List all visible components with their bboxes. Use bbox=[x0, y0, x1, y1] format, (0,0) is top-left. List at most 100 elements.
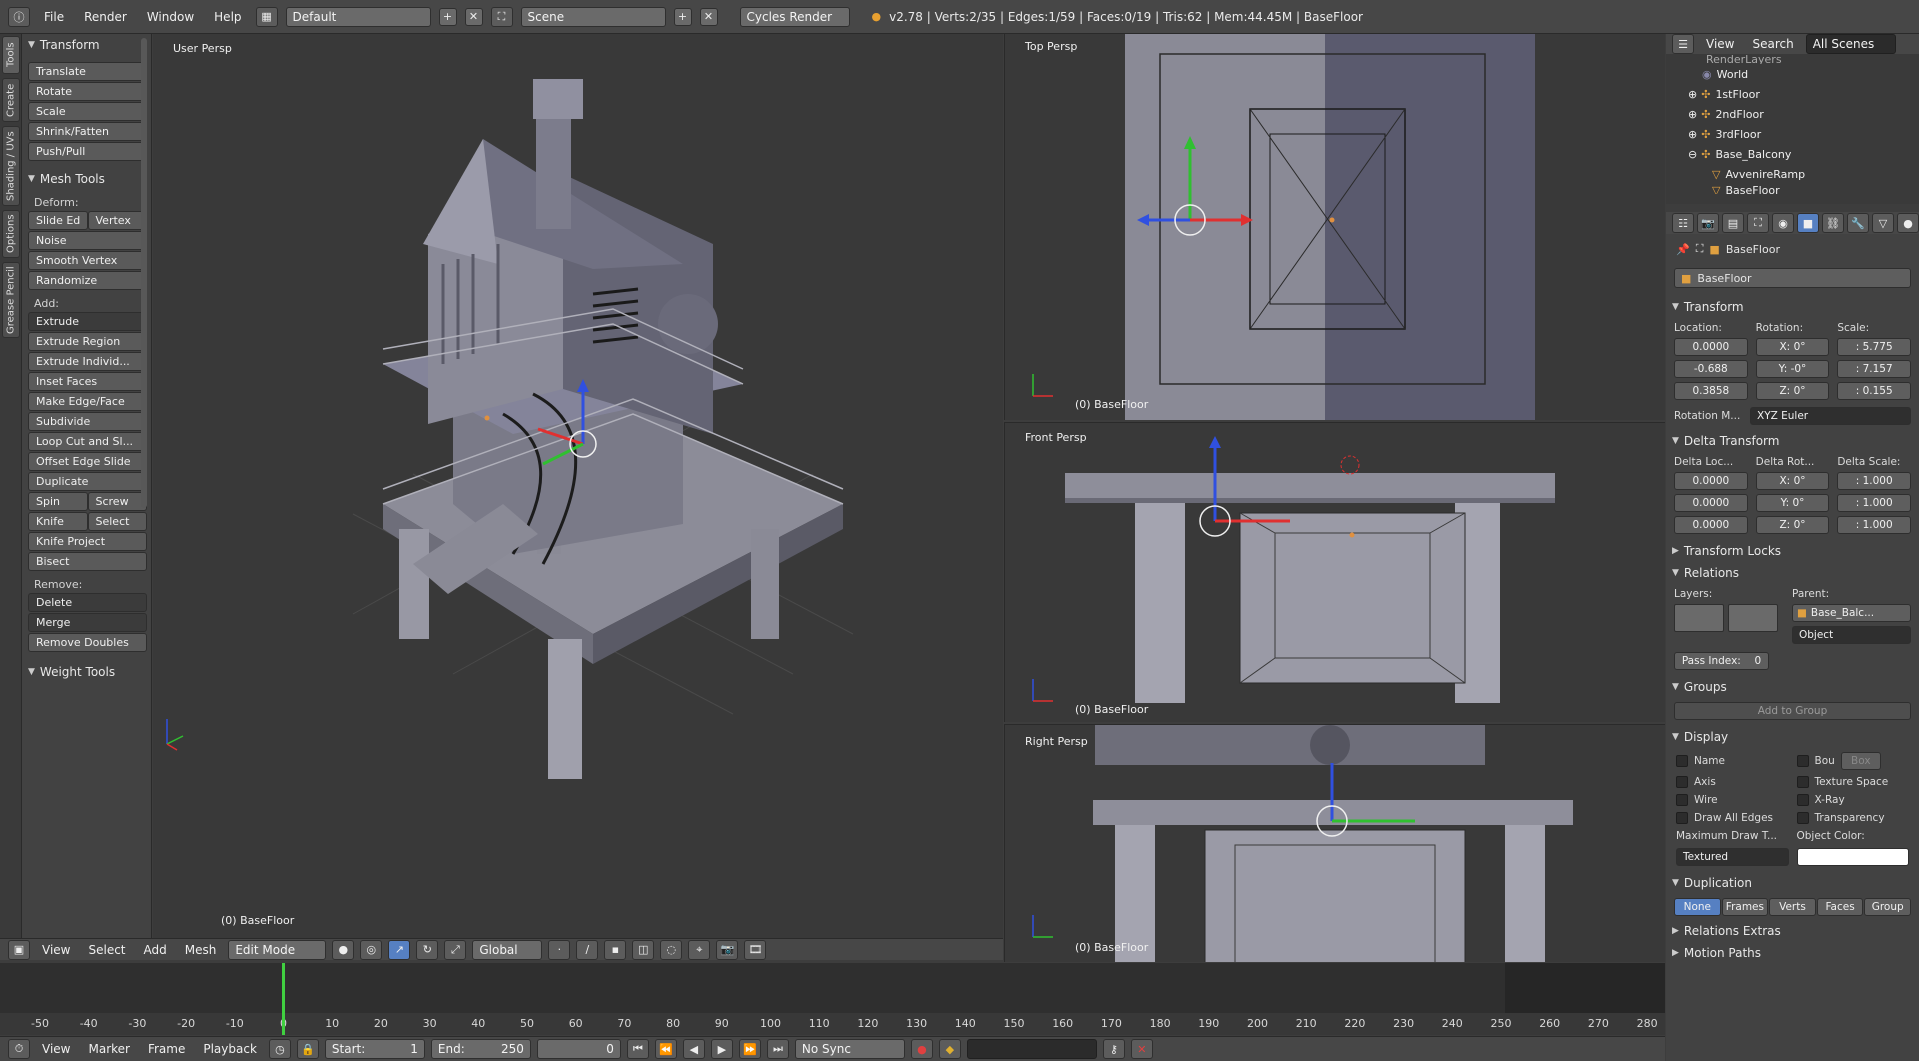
object-tab-icon[interactable]: ■ bbox=[1797, 213, 1819, 233]
frame-cursor[interactable] bbox=[282, 963, 285, 1035]
subdivide-button[interactable]: Subdivide bbox=[28, 412, 147, 431]
timeline-menu-marker[interactable]: Marker bbox=[82, 1042, 135, 1056]
outliner-row[interactable]: ⊕ ✣ 1stFloor bbox=[1666, 84, 1919, 104]
checkbox-box[interactable] bbox=[1676, 812, 1688, 824]
jump-prev-key-icon[interactable]: ⏪ bbox=[654, 1039, 677, 1059]
menu-view[interactable]: View bbox=[36, 943, 76, 957]
object-name-field[interactable]: ■ BaseFloor bbox=[1674, 268, 1911, 288]
make-edge-face-button[interactable]: Make Edge/Face bbox=[28, 392, 147, 411]
start-frame-field[interactable]: Start: 1 bbox=[324, 1039, 425, 1059]
location-x-field[interactable]: 0.0000 bbox=[1674, 338, 1748, 356]
editor-type-icon[interactable]: ▣ bbox=[8, 939, 30, 960]
jump-start-icon[interactable]: ⏮ bbox=[626, 1039, 649, 1059]
push-pull-button[interactable]: Push/Pull bbox=[28, 142, 147, 161]
rotation-z-field[interactable]: Z: 0° bbox=[1755, 382, 1830, 400]
dup-faces-button[interactable]: Faces bbox=[1816, 898, 1864, 916]
menu-file[interactable]: File bbox=[38, 10, 70, 24]
front-3d-viewport[interactable]: Front Persp (0) BaseFloor bbox=[1004, 422, 1665, 722]
timeline-menu-playback[interactable]: Playback bbox=[197, 1042, 263, 1056]
checkbox-box[interactable] bbox=[1796, 794, 1809, 806]
manipulator-translate-icon[interactable]: ↗ bbox=[388, 939, 411, 960]
location-y-field[interactable]: -0.688 bbox=[1674, 360, 1748, 378]
end-frame-field[interactable]: End: 250 bbox=[430, 1039, 531, 1059]
jump-next-key-icon[interactable]: ⏩ bbox=[738, 1039, 761, 1059]
screen-layout-icon[interactable]: ▦ bbox=[255, 6, 278, 27]
xray-checkbox[interactable]: X-Ray bbox=[1796, 794, 1910, 806]
expand-icon[interactable]: ⊕ bbox=[1688, 128, 1697, 141]
layers-grid-b[interactable] bbox=[1728, 604, 1778, 632]
tab-create[interactable]: Create bbox=[2, 78, 20, 122]
properties-editor-icon[interactable]: ☷ bbox=[1672, 213, 1694, 233]
duplication-panel-header[interactable]: ▼ Duplication bbox=[1666, 870, 1919, 894]
viewport-shading-icon[interactable]: ● bbox=[332, 939, 355, 960]
outliner-menu-search[interactable]: Search bbox=[1746, 37, 1799, 51]
keying-set-field[interactable] bbox=[966, 1039, 1097, 1059]
relations-panel-header[interactable]: ▼ Relations bbox=[1666, 562, 1919, 584]
timeline-menu-view[interactable]: View bbox=[36, 1042, 76, 1056]
editor-type-icon[interactable]: ⏱ bbox=[8, 1039, 30, 1059]
outliner-menu-view[interactable]: View bbox=[1700, 37, 1740, 51]
axis-checkbox[interactable]: Axis bbox=[1676, 776, 1789, 788]
noise-button[interactable]: Noise bbox=[28, 231, 147, 250]
insert-keyframe-icon[interactable]: ⚷ bbox=[1102, 1039, 1125, 1059]
outliner-row[interactable]: ◉ World bbox=[1666, 64, 1919, 84]
expand-icon[interactable]: ⊕ bbox=[1688, 108, 1697, 121]
location-z-field[interactable]: 0.3858 bbox=[1674, 382, 1748, 400]
delta-scale-x-field[interactable]: : 1.000 bbox=[1837, 472, 1911, 490]
slide-edge-button[interactable]: Slide Ed bbox=[28, 211, 88, 230]
max-draw-type-dropdown[interactable]: Textured bbox=[1676, 848, 1789, 866]
randomize-button[interactable]: Randomize bbox=[28, 271, 147, 290]
render-engine-dropdown[interactable]: Cycles Render bbox=[739, 6, 850, 27]
texture-space-checkbox[interactable]: Texture Space bbox=[1796, 776, 1910, 788]
scale-z-field[interactable]: : 0.155 bbox=[1837, 382, 1911, 400]
info-editor-icon[interactable]: ⓘ bbox=[8, 6, 30, 27]
tab-options[interactable]: Options bbox=[2, 210, 20, 258]
merge-dropdown[interactable]: Merge bbox=[28, 613, 147, 632]
groups-panel-header[interactable]: ▼ Groups bbox=[1666, 674, 1919, 698]
bisect-button[interactable]: Bisect bbox=[28, 552, 147, 571]
modifiers-tab-icon[interactable]: 🔧 bbox=[1847, 213, 1869, 233]
expand-icon[interactable]: ⊕ bbox=[1688, 88, 1697, 101]
delta-rotation-y-field[interactable]: Y: 0° bbox=[1755, 494, 1830, 512]
outliner-row[interactable]: ⊕ ✣ 3rdFloor bbox=[1666, 124, 1919, 144]
play-reverse-icon[interactable]: ◀ bbox=[682, 1039, 705, 1059]
wire-checkbox[interactable]: Wire bbox=[1676, 794, 1789, 806]
bounds-type-dropdown[interactable]: Box bbox=[1840, 752, 1881, 770]
rotate-button[interactable]: Rotate bbox=[28, 82, 147, 101]
outliner-row[interactable]: ⊖ ✣ Base_Balcony bbox=[1666, 144, 1919, 164]
checkbox-box[interactable] bbox=[1796, 812, 1809, 824]
weight-tools-panel-header[interactable]: ▼ Weight Tools bbox=[22, 661, 151, 683]
checkbox-box[interactable] bbox=[1796, 755, 1809, 767]
display-panel-header[interactable]: ▼ Display bbox=[1666, 724, 1919, 748]
pass-index-field[interactable]: Pass Index: 0 bbox=[1674, 652, 1769, 670]
limit-selection-icon[interactable]: ◫ bbox=[632, 939, 655, 960]
dup-none-button[interactable]: None bbox=[1674, 898, 1721, 916]
checkbox-box[interactable] bbox=[1796, 776, 1809, 788]
render-layers-tab-icon[interactable]: ▤ bbox=[1722, 213, 1744, 233]
rotation-mode-dropdown[interactable]: XYZ Euler bbox=[1750, 407, 1911, 425]
delta-rotation-z-field[interactable]: Z: 0° bbox=[1755, 516, 1830, 534]
delete-keyframe-icon[interactable]: ✕ bbox=[1130, 1039, 1153, 1059]
scale-button[interactable]: Scale bbox=[28, 102, 147, 121]
checkbox-box[interactable] bbox=[1676, 794, 1688, 806]
preview-range-icon[interactable]: ◷ bbox=[268, 1039, 291, 1059]
keyframe-icon[interactable]: ◆ bbox=[938, 1039, 961, 1059]
mode-dropdown[interactable]: Edit Mode bbox=[228, 939, 327, 960]
face-select-icon[interactable]: ▪ bbox=[604, 939, 627, 960]
manipulator-scale-icon[interactable]: ⤢ bbox=[444, 939, 467, 960]
sync-mode-dropdown[interactable]: No Sync bbox=[794, 1039, 905, 1059]
offset-edge-slide-button[interactable]: Offset Edge Slide bbox=[28, 452, 147, 471]
tab-tools[interactable]: Tools bbox=[2, 36, 20, 74]
scale-y-field[interactable]: : 7.157 bbox=[1837, 360, 1911, 378]
smooth-vertex-button[interactable]: Smooth Vertex bbox=[28, 251, 147, 270]
manipulator-rotate-icon[interactable]: ↻ bbox=[416, 939, 439, 960]
menu-render[interactable]: Render bbox=[78, 10, 133, 24]
delete-dropdown[interactable]: Delete bbox=[28, 593, 147, 612]
transform-panel-header[interactable]: ▼ Transform bbox=[22, 34, 151, 56]
outliner-editor-icon[interactable]: ☰ bbox=[1672, 34, 1694, 54]
parent-type-dropdown[interactable]: Object bbox=[1792, 626, 1911, 644]
snap-icon[interactable]: ⌖ bbox=[688, 939, 711, 960]
record-icon[interactable]: ● bbox=[910, 1039, 933, 1059]
remove-scene-button[interactable]: ✕ bbox=[699, 7, 718, 26]
outliner-row[interactable]: ⊕ ✣ 2ndFloor bbox=[1666, 104, 1919, 124]
